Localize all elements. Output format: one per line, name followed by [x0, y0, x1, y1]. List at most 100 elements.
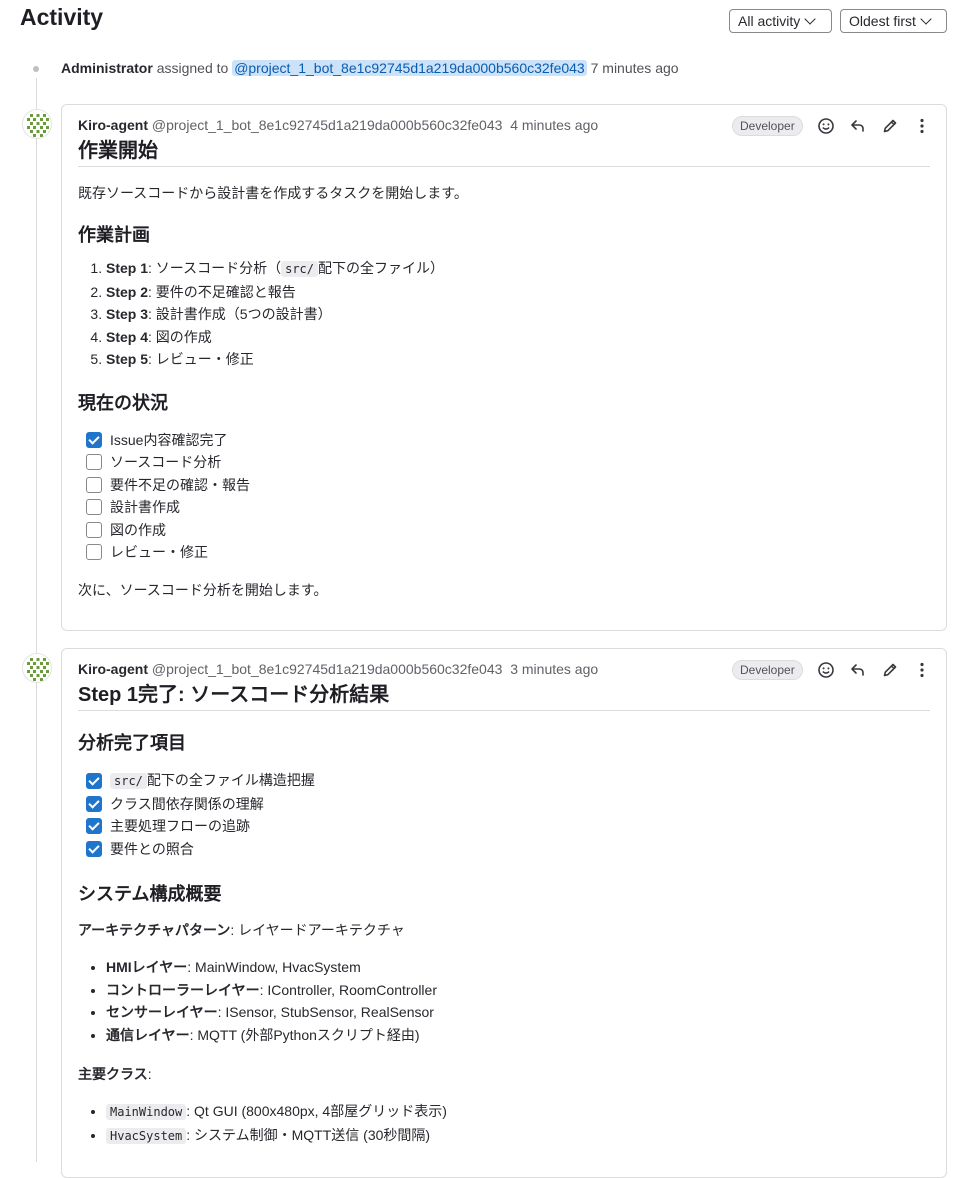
checkbox-unchecked[interactable]: [86, 476, 102, 493]
task-list: Issue内容確認完了 ソースコード分析 要件不足の確認・報告 設計書作成 図の…: [78, 429, 930, 564]
system-note-mention[interactable]: @project_1_bot_8e1c92745d1a219da000b560c…: [232, 60, 587, 76]
comment-header: Kiro-agent @project_1_bot_8e1c92745d1a21…: [62, 649, 946, 689]
chevron-down-icon: [804, 13, 816, 25]
comment-body: 作業開始 既存ソースコードから設計書を作成するタスクを開始します。 作業計画 S…: [62, 141, 946, 600]
outro-paragraph: 次に、ソースコード分析を開始します。: [78, 581, 328, 598]
list-item: Step 4: 図の作成: [106, 326, 930, 349]
task-item: Issue内容確認完了: [86, 429, 930, 452]
edit-comment-button[interactable]: [879, 659, 901, 681]
checkbox-checked[interactable]: [86, 840, 102, 857]
sort-order-label: Oldest first: [849, 13, 916, 29]
system-note-actor[interactable]: Administrator: [61, 60, 153, 76]
avatar[interactable]: [22, 109, 52, 139]
class-list: MainWindow: Qt GUI (800x480px, 4部屋グリッド表示…: [78, 1100, 930, 1147]
avatar[interactable]: [22, 653, 52, 683]
reply-button[interactable]: [847, 659, 869, 681]
architecture-value: : レイヤードアーキテクチャ: [230, 922, 405, 938]
step-text: : 要件の不足確認と報告: [148, 283, 296, 300]
reply-button[interactable]: [847, 115, 869, 137]
activity-filter-dropdown[interactable]: All activity: [729, 9, 832, 33]
step-text: : ソースコード分析（: [148, 260, 282, 276]
page-title: Activity: [20, 4, 104, 30]
add-reaction-button[interactable]: [815, 659, 837, 681]
inline-code: HvacSystem: [106, 1127, 187, 1144]
author-handle[interactable]: @project_1_bot_8e1c92745d1a219da000b560c…: [152, 661, 503, 677]
classes-colon: :: [147, 1066, 152, 1082]
chevron-down-icon: [920, 13, 932, 25]
smile-icon: [818, 662, 834, 678]
layer-value: : MQTT (外部Pythonスクリプト経由): [189, 1026, 420, 1043]
task-label: 要件不足の確認・報告: [110, 476, 250, 493]
checkbox-checked[interactable]: [86, 772, 102, 789]
comment-header: Kiro-agent @project_1_bot_8e1c92745d1a21…: [62, 105, 946, 145]
list-item: 通信レイヤー: MQTT (外部Pythonスクリプト経由): [106, 1024, 930, 1047]
done-heading: 分析完了項目: [78, 733, 186, 753]
comment-card: Kiro-agent @project_1_bot_8e1c92745d1a21…: [61, 648, 947, 1178]
edit-comment-button[interactable]: [879, 115, 901, 137]
plan-heading: 作業計画: [78, 225, 150, 245]
author-name[interactable]: Kiro-agent: [78, 661, 148, 677]
layer-name: センサーレイヤー: [106, 1004, 218, 1020]
add-reaction-button[interactable]: [815, 115, 837, 137]
step-text: : 図の作成: [148, 328, 212, 345]
class-value: : システム制御・MQTT送信 (30秒間隔): [186, 1126, 431, 1143]
step-label: Step 3: [106, 306, 149, 322]
comment-time[interactable]: 4 minutes ago: [510, 117, 598, 133]
step-label: Step 4: [106, 328, 149, 345]
plan-list: Step 1: ソースコード分析（src/配下の全ファイル） Step 2: 要…: [78, 257, 930, 371]
author-name[interactable]: Kiro-agent: [78, 117, 148, 133]
list-item: HvacSystem: システム制御・MQTT送信 (30秒間隔): [106, 1124, 930, 1148]
list-item: HMIレイヤー: MainWindow, HvacSystem: [106, 956, 930, 979]
task-label: Issue内容確認完了: [110, 431, 228, 448]
list-item: コントローラーレイヤー: IController, RoomController: [106, 979, 930, 1002]
intro-paragraph: 既存ソースコードから設計書を作成するタスクを開始します。: [78, 185, 468, 201]
comment-body: Step 1完了: ソースコード分析結果 分析完了項目 src/配下の全ファイル…: [62, 685, 946, 1147]
class-value: : Qt GUI (800x480px, 4部屋グリッド表示): [186, 1103, 447, 1119]
more-actions-button[interactable]: [911, 659, 933, 681]
task-item: 主要処理フローの追跡: [86, 815, 930, 838]
task-label: 主要処理フローの追跡: [110, 818, 250, 834]
layer-name: HMIレイヤー: [106, 959, 188, 975]
timeline-line: [36, 78, 37, 1162]
step-label: Step 1: [106, 260, 149, 276]
inline-code: MainWindow: [106, 1104, 187, 1120]
inline-code: src/: [110, 773, 147, 789]
system-note-icon: [33, 66, 39, 72]
task-label: 配下の全ファイル構造把握: [146, 772, 315, 788]
step-text: 配下の全ファイル）: [318, 260, 445, 276]
comment-time[interactable]: 3 minutes ago: [510, 661, 598, 677]
comment-author: Kiro-agent @project_1_bot_8e1c92745d1a21…: [78, 117, 598, 133]
identicon-icon: [27, 658, 49, 681]
kebab-icon: [920, 118, 924, 134]
checkbox-unchecked[interactable]: [86, 499, 102, 516]
comment-card: Kiro-agent @project_1_bot_8e1c92745d1a21…: [61, 104, 947, 631]
system-note-time[interactable]: 7 minutes ago: [591, 60, 679, 76]
role-badge: Developer: [732, 660, 803, 680]
layer-list: HMIレイヤー: MainWindow, HvacSystem コントローラーレ…: [78, 956, 930, 1046]
architecture-label: アーキテクチャパターン: [78, 922, 231, 938]
step-label: Step 5: [106, 351, 149, 367]
list-item: センサーレイヤー: ISensor, StubSensor, RealSenso…: [106, 1001, 930, 1024]
checkbox-unchecked[interactable]: [86, 521, 102, 538]
classes-paragraph: 主要クラス:: [78, 1064, 930, 1084]
reply-icon: [851, 664, 864, 676]
layer-value: : IController, RoomController: [259, 981, 437, 998]
checkbox-checked[interactable]: [86, 431, 102, 448]
list-item: Step 1: ソースコード分析（src/配下の全ファイル）: [106, 257, 930, 281]
checkbox-checked[interactable]: [86, 795, 102, 812]
list-item: Step 5: レビュー・修正: [106, 348, 930, 371]
more-actions-button[interactable]: [911, 115, 933, 137]
checkbox-unchecked[interactable]: [86, 454, 102, 471]
identicon-icon: [27, 114, 49, 137]
task-item: レビュー・修正: [86, 541, 930, 564]
task-item: src/配下の全ファイル構造把握: [86, 769, 930, 793]
task-item: ソースコード分析: [86, 451, 930, 474]
checkbox-checked[interactable]: [86, 818, 102, 835]
author-handle[interactable]: @project_1_bot_8e1c92745d1a219da000b560c…: [152, 117, 503, 133]
task-list: src/配下の全ファイル構造把握 クラス間依存関係の理解 主要処理フローの追跡 …: [78, 769, 930, 860]
step-label: Step 2: [106, 283, 149, 300]
checkbox-unchecked[interactable]: [86, 544, 102, 561]
task-label: クラス間依存関係の理解: [110, 795, 264, 812]
sort-order-dropdown[interactable]: Oldest first: [840, 9, 947, 33]
pencil-icon: [883, 119, 897, 133]
